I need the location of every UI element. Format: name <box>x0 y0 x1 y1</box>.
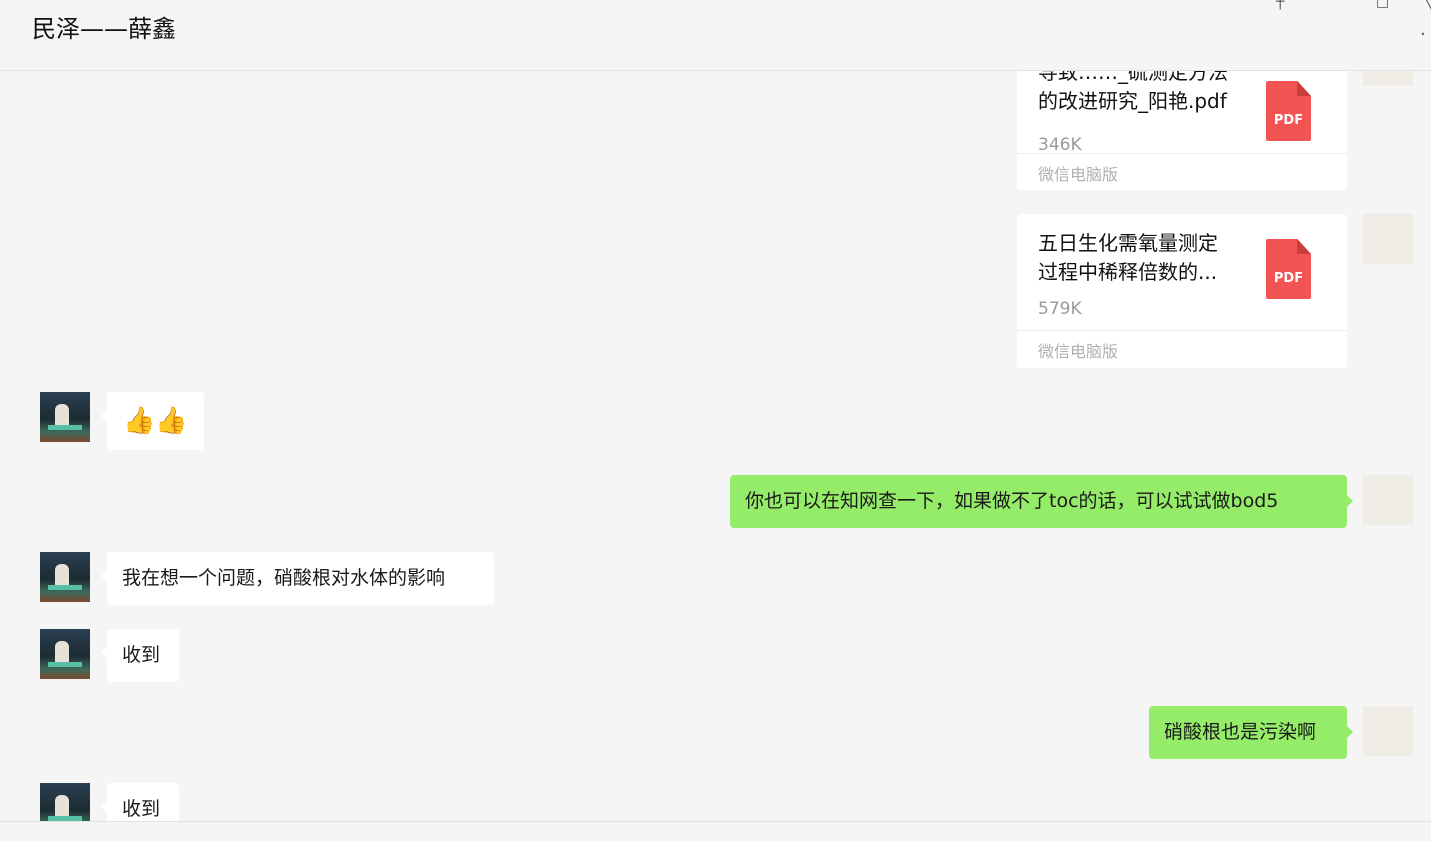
more-options-icon[interactable]: · <box>1420 24 1426 45</box>
message-bubble-received[interactable]: 收到 <box>101 629 179 682</box>
pdf-file-icon: PDF <box>1266 239 1311 299</box>
my-avatar[interactable] <box>1363 706 1413 756</box>
file-size: 346K <box>1038 135 1082 155</box>
message-bubble-emoji[interactable]: 👍👍 <box>101 392 204 450</box>
chat-messages[interactable]: 导致……_硫测定方法 的改进研究_阳艳.pdf 346K PDF 微信电脑版 五… <box>0 71 1431 821</box>
my-avatar[interactable] <box>1363 71 1413 86</box>
close-icon[interactable]: ╲ <box>1423 0 1431 10</box>
file-source-label: 微信电脑版 <box>1038 342 1119 361</box>
file-name-line1: 导致……_硫测定方法 <box>1038 71 1228 84</box>
file-name-line1: 五日生化需氧量测定 <box>1038 231 1218 255</box>
contact-avatar[interactable] <box>40 392 90 442</box>
chat-header: 民泽——薛鑫 ┼ □ ╲ · <box>0 0 1431 71</box>
chat-title: 民泽——薛鑫 <box>32 15 176 43</box>
file-source-label: 微信电脑版 <box>1038 165 1119 184</box>
maximize-icon[interactable]: □ <box>1376 0 1389 10</box>
contact-avatar[interactable] <box>40 783 90 821</box>
message-bubble-sent[interactable]: 硝酸根也是污染啊 <box>1149 706 1353 759</box>
file-message-card[interactable]: 五日生化需氧量测定 过程中稀释倍数的... 579K PDF 微信电脑版 <box>1017 214 1347 368</box>
message-bubble-received[interactable]: 收到 <box>101 783 179 821</box>
input-area-edge <box>0 821 1431 841</box>
file-size: 579K <box>1038 299 1082 319</box>
pdf-file-icon: PDF <box>1266 81 1311 141</box>
message-bubble-received[interactable]: 我在想一个问题，硝酸根对水体的影响 <box>101 552 494 605</box>
contact-avatar[interactable] <box>40 629 90 679</box>
my-avatar[interactable] <box>1363 214 1413 264</box>
file-name-line2: 的改进研究_阳艳.pdf <box>1038 89 1227 113</box>
pin-icon[interactable]: ┼ <box>1276 0 1284 10</box>
file-message-card[interactable]: 导致……_硫测定方法 的改进研究_阳艳.pdf 346K PDF 微信电脑版 <box>1017 71 1347 190</box>
file-card-divider <box>1017 330 1347 331</box>
contact-avatar[interactable] <box>40 552 90 602</box>
file-card-divider <box>1017 153 1347 154</box>
message-bubble-sent[interactable]: 你也可以在知网查一下，如果做不了toc的话，可以试试做bod5 <box>730 475 1353 528</box>
my-avatar[interactable] <box>1363 475 1413 525</box>
file-name-line2: 过程中稀释倍数的... <box>1038 260 1218 284</box>
